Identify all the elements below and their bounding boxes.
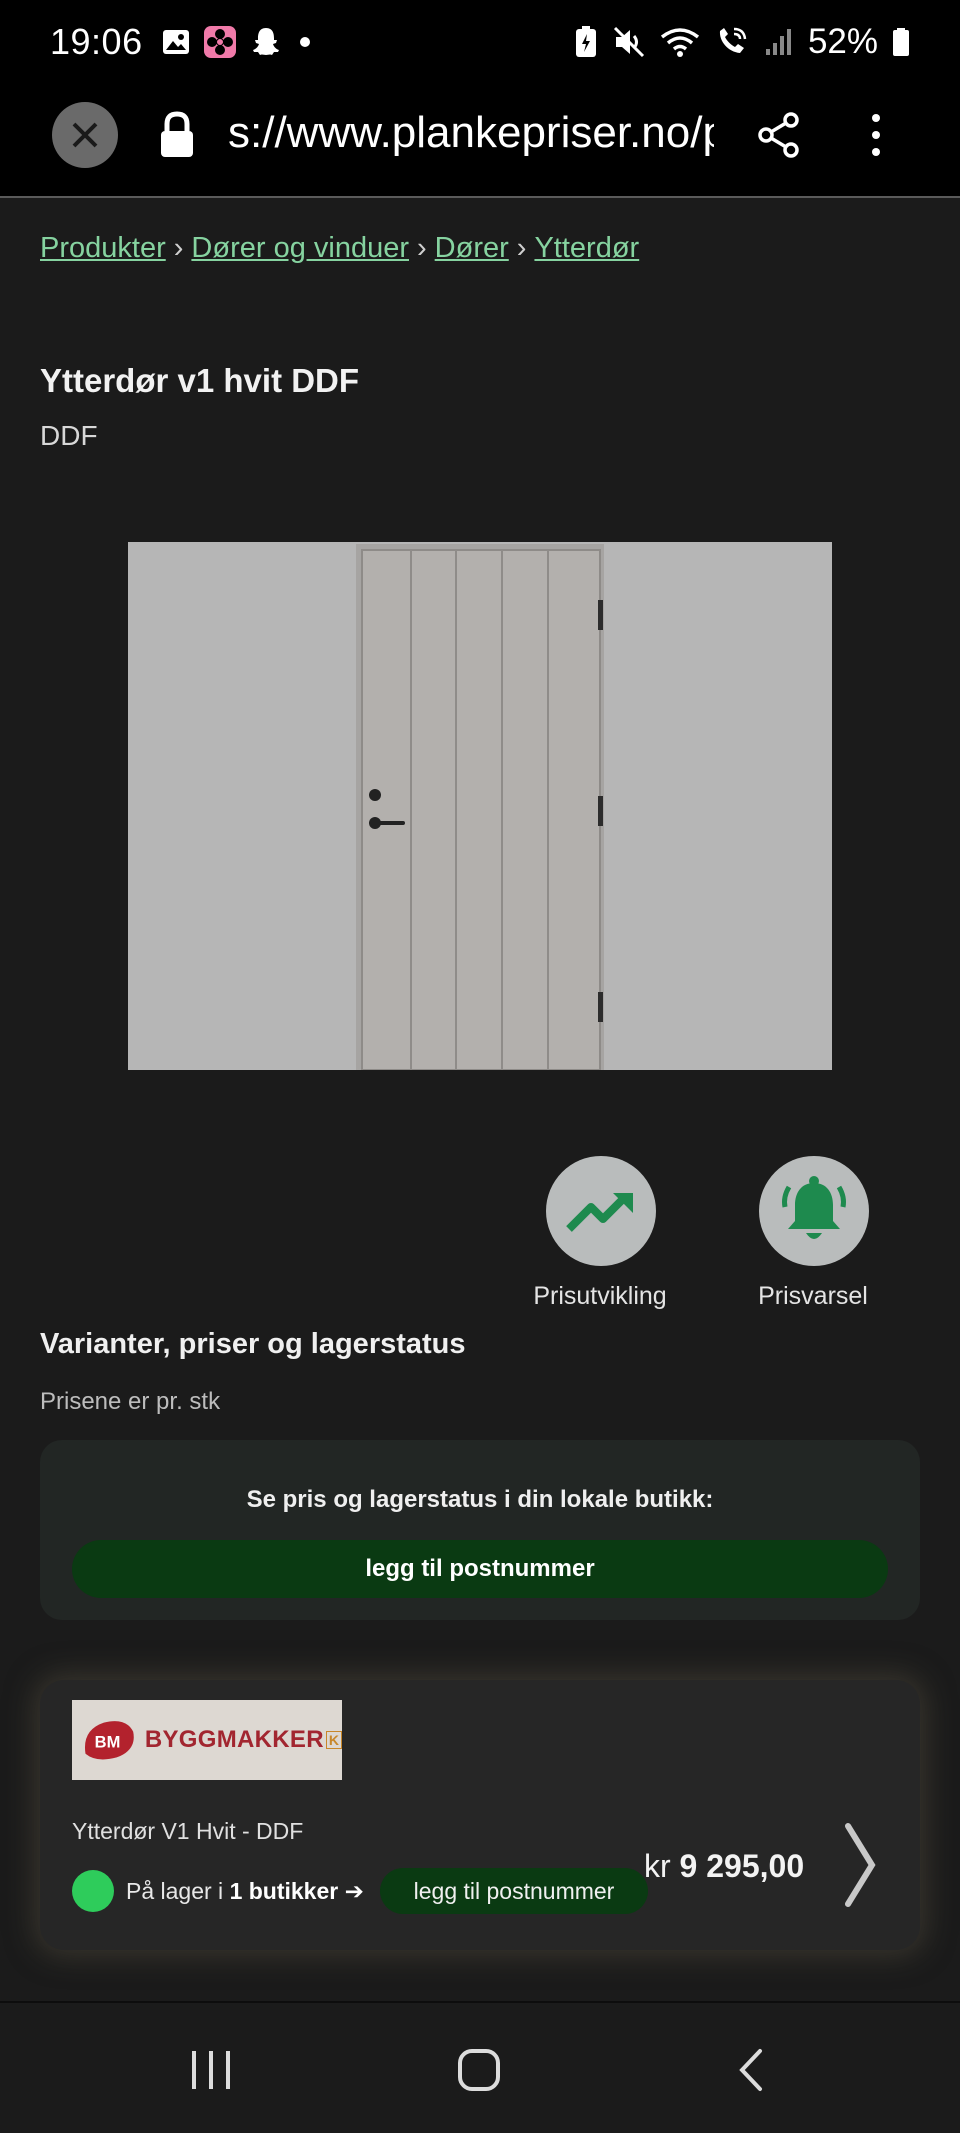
stock-status-text[interactable]: På lager i 1 butikker ➔ <box>126 1878 364 1905</box>
breadcrumb-separator: › <box>417 232 427 264</box>
lock-icon[interactable] <box>158 111 196 159</box>
product-image[interactable] <box>128 542 832 1071</box>
stock-count: 1 butikker <box>229 1878 339 1904</box>
bell-icon <box>782 1176 846 1239</box>
recent-apps-icon[interactable] <box>188 2047 234 2093</box>
price-value: 9 295,00 <box>679 1848 805 1884</box>
back-icon[interactable] <box>732 2047 772 2093</box>
flower-app-icon <box>203 26 236 58</box>
door-illustration <box>128 542 832 1071</box>
snapchat-icon <box>252 28 279 55</box>
local-store-prompt: Se pris og lagerstatus i din lokale buti… <box>246 1486 714 1513</box>
signal-icon <box>765 29 791 55</box>
product-brand: DDF <box>40 420 98 451</box>
arrow-right-icon: ➔ <box>344 1878 364 1904</box>
offer-add-postcode-button[interactable]: legg til postnummer <box>380 1868 648 1914</box>
store-logo-mark: K <box>325 1731 342 1749</box>
price-currency: kr <box>644 1848 671 1884</box>
wifi-calling-icon <box>719 27 747 53</box>
battery-saver-icon <box>575 26 596 57</box>
breadcrumb-link-produkter[interactable]: Produkter <box>40 232 166 264</box>
mute-icon <box>613 26 644 58</box>
price-note: Prisene er pr. stk <box>40 1388 221 1415</box>
close-icon <box>72 122 98 148</box>
breadcrumb-link-ytterdor[interactable]: Ytterdør <box>534 232 639 264</box>
store-name-text: BYGGMAKKER <box>144 1726 324 1753</box>
more-menu-icon[interactable] <box>866 112 886 158</box>
price-history-label: Prisutvikling <box>533 1282 667 1310</box>
breadcrumb-separator: › <box>516 232 527 264</box>
stock-status-dot <box>72 1870 114 1912</box>
chevron-right-icon[interactable] <box>840 1820 880 1910</box>
gallery-icon <box>162 30 189 54</box>
store-offer-card[interactable]: BM BYGGMAKKER K Ytterdør V1 Hvit - DDF P… <box>40 1680 920 1950</box>
battery-icon <box>893 28 909 56</box>
stock-prefix: På lager i <box>126 1878 230 1904</box>
status-bar: 19:06 52% <box>0 0 960 84</box>
variants-heading: Varianter, priser og lagerstatus <box>40 1328 466 1360</box>
browser-toolbar: s://www.plankepriser.no/p <box>0 84 960 198</box>
share-icon[interactable] <box>756 112 802 158</box>
price-history-button[interactable] <box>546 1156 656 1266</box>
add-postcode-button[interactable]: legg til postnummer <box>72 1540 888 1598</box>
offer-price: kr 9 295,00 <box>644 1848 804 1885</box>
bm-badge-text: BM <box>95 1733 121 1751</box>
url-field[interactable]: s://www.plankepriser.no/p <box>228 108 714 162</box>
dot-icon <box>299 37 310 47</box>
status-time: 19:06 <box>50 21 143 62</box>
breadcrumb-link-dorer[interactable]: Dører <box>435 232 509 264</box>
home-icon[interactable] <box>456 2047 502 2093</box>
price-alert-label: Prisvarsel <box>758 1282 868 1310</box>
breadcrumb-separator: › <box>173 232 184 264</box>
local-store-box: Se pris og lagerstatus i din lokale buti… <box>40 1440 920 1620</box>
page-title: Ytterdør v1 hvit DDF <box>40 362 360 399</box>
breadcrumb: Produkter › Dører og vinduer › Dører › Ytterdø… <box>40 232 639 265</box>
wifi-icon <box>660 28 700 57</box>
trend-up-icon <box>566 1193 633 1232</box>
offer-product-name: Ytterdør V1 Hvit - DDF <box>72 1818 304 1844</box>
breadcrumb-link-dorer-og-vinduer[interactable]: Dører og vinduer <box>191 232 409 264</box>
battery-percent: 52% <box>807 22 878 61</box>
bm-badge-icon: BM <box>84 1721 134 1760</box>
close-tab-button[interactable] <box>52 102 118 168</box>
byggmakker-logo: BM BYGGMAKKER K <box>72 1700 342 1780</box>
price-alert-button[interactable] <box>759 1156 869 1266</box>
system-navigation-bar <box>0 2001 960 2133</box>
